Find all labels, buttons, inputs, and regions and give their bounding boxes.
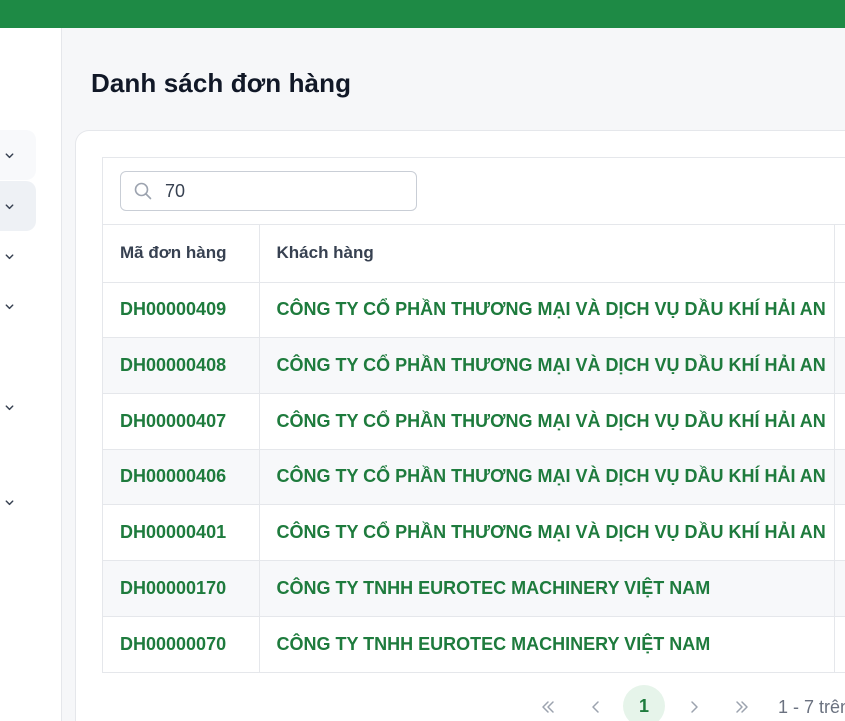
- table-header-row: Mã đơn hàng Khách hàng: [103, 225, 845, 283]
- double-chevron-right-icon: [736, 701, 748, 713]
- table-row[interactable]: DH00000170 CÔNG TY TNHH EUROTEC MACHINER…: [103, 560, 845, 617]
- table-row[interactable]: DH00000406 CÔNG TY CỔ PHẦN THƯƠNG MẠI VÀ…: [103, 449, 845, 506]
- table-row[interactable]: DH00000070 CÔNG TY TNHH EUROTEC MACHINER…: [103, 616, 845, 672]
- top-bar: [0, 0, 845, 28]
- sidebar-item-2[interactable]: [0, 181, 36, 231]
- table-row[interactable]: DH00000407 CÔNG TY CỔ PHẦN THƯƠNG MẠI VÀ…: [103, 393, 845, 450]
- order-code-link[interactable]: DH00000170: [103, 560, 260, 617]
- order-code-link[interactable]: DH00000070: [103, 616, 260, 672]
- customer-link[interactable]: CÔNG TY CỔ PHẦN THƯƠNG MẠI VÀ DỊCH VỤ DẦ…: [259, 337, 835, 394]
- chevron-down-icon: [5, 499, 14, 505]
- chevron-down-icon: [5, 152, 14, 158]
- chevron-down-icon: [5, 404, 14, 410]
- table-row[interactable]: DH00000401 CÔNG TY CỔ PHẦN THƯƠNG MẠI VÀ…: [103, 504, 845, 561]
- chevron-right-icon: [691, 701, 698, 713]
- order-code-link[interactable]: DH00000407: [103, 393, 260, 450]
- main-content: Danh sách đơn hàng 70 Mã đơn hàng Khách …: [63, 28, 845, 721]
- table-cell-extra: [834, 282, 845, 339]
- page-title: Danh sách đơn hàng: [91, 68, 352, 98]
- customer-link[interactable]: CÔNG TY CỔ PHẦN THƯƠNG MẠI VÀ DỊCH VỤ DẦ…: [259, 504, 835, 561]
- table-cell-extra: [834, 449, 845, 506]
- table-cell-extra: [834, 616, 845, 672]
- chevron-down-icon: [5, 303, 14, 309]
- sidebar-item-3[interactable]: [0, 231, 36, 281]
- table-row[interactable]: DH00000409 CÔNG TY CỔ PHẦN THƯƠNG MẠI VÀ…: [103, 282, 845, 339]
- prev-page-button[interactable]: [586, 687, 606, 721]
- table-cell-extra: [834, 560, 845, 617]
- chevron-down-icon: [5, 203, 14, 209]
- search-box[interactable]: [120, 171, 417, 211]
- customer-link[interactable]: CÔNG TY CỔ PHẦN THƯƠNG MẠI VÀ DỊCH VỤ DẦ…: [259, 393, 835, 450]
- customer-link[interactable]: CÔNG TY CỔ PHẦN THƯƠNG MẠI VÀ DỊCH VỤ DẦ…: [259, 449, 835, 506]
- last-page-button[interactable]: [730, 687, 754, 721]
- customer-link[interactable]: CÔNG TY TNHH EUROTEC MACHINERY VIỆT NAM: [259, 560, 835, 617]
- search-input[interactable]: [165, 180, 395, 202]
- sidebar-item-4[interactable]: [0, 281, 36, 331]
- column-header-order-code[interactable]: Mã đơn hàng: [103, 225, 260, 283]
- sidebar-item-1[interactable]: [0, 130, 36, 180]
- double-chevron-left-icon: [542, 701, 554, 713]
- table-toolbar: [103, 158, 845, 225]
- column-header-extra: [834, 225, 845, 283]
- orders-table: Mã đơn hàng Khách hàng DH00000409 CÔNG T…: [103, 225, 845, 672]
- column-header-customer[interactable]: Khách hàng: [259, 225, 835, 283]
- next-page-button[interactable]: [684, 687, 704, 721]
- table-cell-extra: [834, 337, 845, 394]
- order-code-link[interactable]: DH00000401: [103, 504, 260, 561]
- table-row[interactable]: DH00000408 CÔNG TY CỔ PHẦN THƯƠNG MẠI VÀ…: [103, 337, 845, 394]
- order-code-link[interactable]: DH00000408: [103, 337, 260, 394]
- table-cell-extra: [834, 504, 845, 561]
- orders-table-container: Mã đơn hàng Khách hàng DH00000409 CÔNG T…: [102, 157, 845, 673]
- pagination-range-text: 1 - 7 trên: [778, 697, 845, 717]
- order-code-link[interactable]: DH00000406: [103, 449, 260, 506]
- customer-link[interactable]: CÔNG TY CỔ PHẦN THƯƠNG MẠI VÀ DỊCH VỤ DẦ…: [259, 282, 835, 339]
- pagination: 1 1 - 7 trên: [76, 685, 845, 721]
- sidebar: [0, 28, 62, 721]
- search-icon: [134, 182, 152, 200]
- customer-link[interactable]: CÔNG TY TNHH EUROTEC MACHINERY VIỆT NAM: [259, 616, 835, 672]
- page-button-current[interactable]: 1: [623, 685, 665, 721]
- first-page-button[interactable]: [536, 687, 560, 721]
- order-code-link[interactable]: DH00000409: [103, 282, 260, 339]
- orders-card: Mã đơn hàng Khách hàng DH00000409 CÔNG T…: [75, 130, 845, 721]
- chevron-down-icon: [5, 253, 14, 259]
- table-cell-extra: [834, 393, 845, 450]
- chevron-left-icon: [592, 701, 599, 713]
- sidebar-item-6[interactable]: [0, 477, 36, 527]
- sidebar-item-5[interactable]: [0, 382, 36, 432]
